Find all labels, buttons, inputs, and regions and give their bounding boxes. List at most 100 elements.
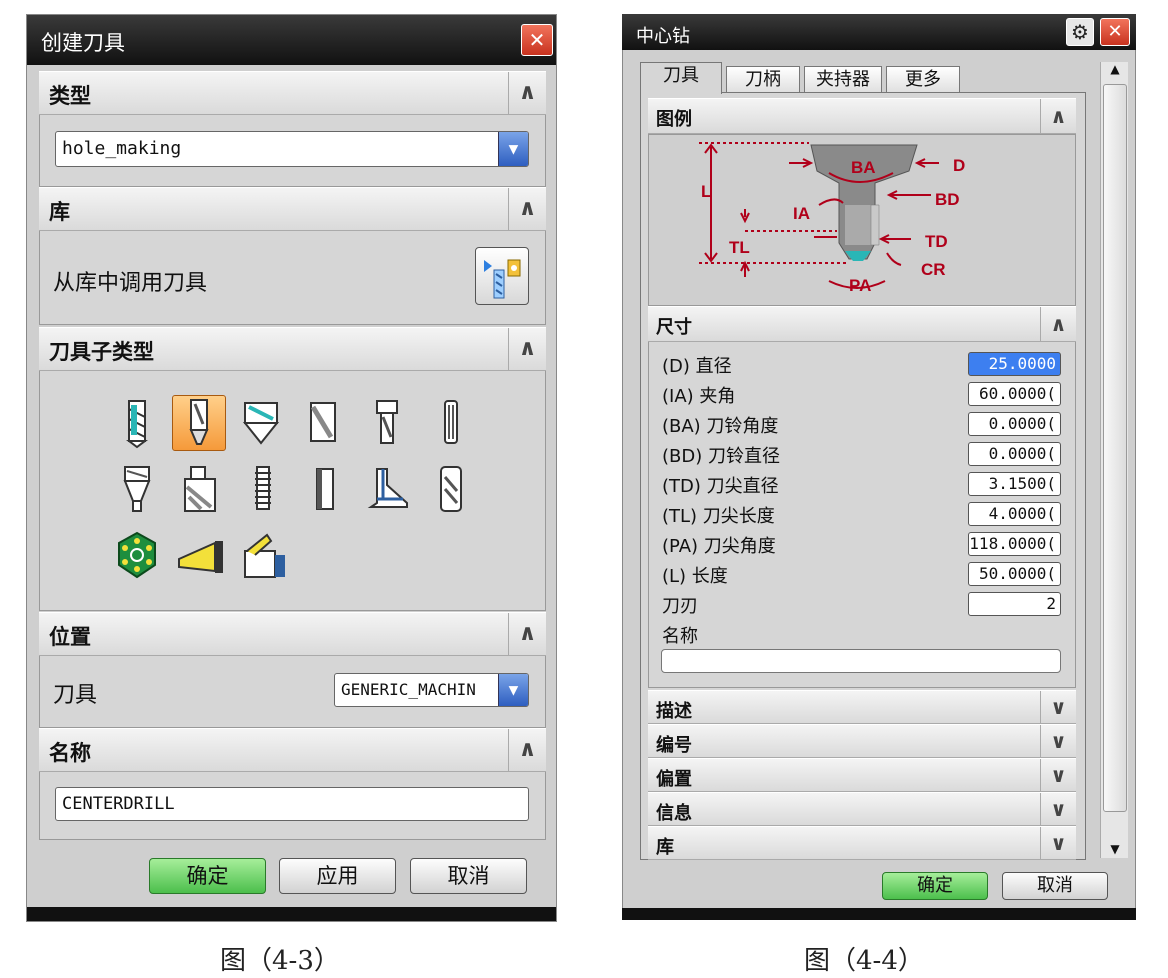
label-CR: CR	[921, 260, 946, 279]
scroll-down-icon[interactable]: ▼	[1101, 842, 1129, 856]
dim-label-pa: (PA) 刀尖角度	[662, 536, 776, 557]
tab-holder[interactable]: 夹持器	[804, 66, 882, 92]
right-dialog-title: 中心钻	[636, 26, 690, 47]
dim-input-ia[interactable]: 60.0000(	[968, 382, 1061, 406]
section-number[interactable]: 编号 ∨	[648, 724, 1076, 758]
scroll-thumb[interactable]	[1103, 84, 1127, 812]
name-section-label: 名称	[49, 741, 91, 765]
dim-input-bd[interactable]: 0.0000(	[968, 442, 1061, 466]
chevron-up-icon[interactable]: ∧	[508, 328, 546, 370]
dimensions-section-label: 尺寸	[656, 317, 692, 338]
dim-input-td[interactable]: 3.1500(	[968, 472, 1061, 496]
right-ok-button[interactable]: 确定	[882, 872, 988, 900]
gear-button[interactable]: ⚙	[1066, 18, 1094, 46]
library-section-label: 库	[49, 200, 70, 224]
ok-button[interactable]: 确定	[149, 858, 266, 894]
tab-more[interactable]: 更多	[886, 66, 960, 92]
dim-label-d: (D) 直径	[662, 356, 732, 377]
tool-location-label: 刀具	[53, 683, 98, 708]
right-cancel-button-label: 取消	[1037, 875, 1073, 896]
chevron-down-icon[interactable]: ∨	[1040, 827, 1076, 859]
legend-diagram: BA D BD L IA TL TD CR PA	[648, 134, 1076, 306]
dim-label-flutes: 刀刃	[662, 596, 698, 617]
tool-name-value: CENTERDRILL	[62, 794, 175, 814]
tap-icon[interactable]	[237, 463, 289, 515]
chevron-down-icon[interactable]: ∨	[1040, 759, 1076, 791]
section-library-label: 库	[656, 837, 674, 858]
mill-head-icon[interactable]	[111, 529, 163, 581]
chevron-down-icon[interactable]: ∨	[1040, 691, 1076, 723]
chevron-up-icon[interactable]: ∧	[508, 613, 546, 655]
dim-input-d[interactable]: 25.0000	[968, 352, 1061, 376]
section-info-label: 信息	[656, 803, 692, 824]
section-offset[interactable]: 偏置 ∨	[648, 758, 1076, 792]
drill-icon[interactable]	[111, 397, 163, 449]
label-L: L	[701, 182, 711, 201]
section-info[interactable]: 信息 ∨	[648, 792, 1076, 826]
reamer-icon[interactable]	[361, 397, 413, 449]
create-tool-dialog: 创建刀具 ✕ 类型 ∧ hole_making ▼ 库 ∧ 从库中调用刀具 刀具…	[26, 14, 557, 922]
back-counterbore-icon[interactable]	[363, 463, 415, 515]
right-close-button[interactable]: ✕	[1100, 18, 1130, 46]
core-drill-icon[interactable]	[425, 463, 477, 515]
tab-more-label: 更多	[905, 69, 941, 90]
subtype-section-header[interactable]: 刀具子类型 ∧	[39, 327, 546, 371]
step-drill-icon[interactable]	[175, 463, 227, 515]
left-caption: 图（4-3）	[220, 946, 340, 976]
right-tool-name-input[interactable]	[661, 649, 1061, 673]
legend-section-header[interactable]: 图例 ∧	[648, 98, 1076, 134]
dim-input-pa[interactable]: 118.0000(	[968, 532, 1061, 556]
name-section-header[interactable]: 名称 ∧	[39, 728, 546, 772]
thread-mill-icon[interactable]	[299, 463, 351, 515]
dropdown-arrow-icon[interactable]: ▼	[498, 132, 528, 166]
label-TD: TD	[925, 232, 948, 251]
chevron-up-icon[interactable]: ∧	[508, 729, 546, 771]
tool-name-input[interactable]: CENTERDRILL	[55, 787, 529, 821]
position-section-header[interactable]: 位置 ∧	[39, 612, 546, 656]
label-BA: BA	[851, 158, 876, 177]
spot-drill-icon[interactable]	[235, 397, 287, 449]
dropdown-arrow-icon[interactable]: ▼	[498, 674, 528, 706]
library-load-button[interactable]	[475, 247, 529, 305]
chevron-up-icon[interactable]: ∧	[508, 72, 546, 114]
center-drill-icon[interactable]	[172, 395, 226, 451]
tool-name-label: 名称	[662, 626, 698, 647]
dim-input-l[interactable]: 50.0000(	[968, 562, 1061, 586]
dim-input-ba[interactable]: 0.0000(	[968, 412, 1061, 436]
dim-label-bd: (BD) 刀铃直径	[662, 446, 780, 467]
boring-bar-icon[interactable]	[425, 397, 477, 449]
legend-section-label: 图例	[656, 109, 692, 130]
type-dropdown-value: hole_making	[62, 138, 182, 159]
section-description[interactable]: 描述 ∨	[648, 690, 1076, 724]
type-dropdown[interactable]: hole_making ▼	[55, 131, 529, 167]
dimensions-section-header[interactable]: 尺寸 ∧	[648, 306, 1076, 342]
cancel-button[interactable]: 取消	[410, 858, 527, 894]
dim-input-flutes[interactable]: 2	[968, 592, 1061, 616]
vertical-scrollbar[interactable]: ▲ ▼	[1100, 62, 1128, 858]
title-bar: 创建刀具 ✕	[27, 15, 556, 65]
counterbore-icon[interactable]	[297, 397, 349, 449]
position-section-label: 位置	[49, 625, 91, 649]
type-section-header[interactable]: 类型 ∧	[39, 71, 546, 115]
scroll-up-icon[interactable]: ▲	[1101, 62, 1129, 76]
chevron-down-icon[interactable]: ∨	[1040, 725, 1076, 757]
dim-input-tl[interactable]: 4.0000(	[968, 502, 1061, 526]
close-button[interactable]: ✕	[521, 24, 553, 56]
type-section-label: 类型	[49, 84, 91, 108]
tool-location-dropdown[interactable]: GENERIC_MACHIN ▼	[334, 673, 529, 707]
chevron-up-icon[interactable]: ∧	[1040, 307, 1076, 341]
label-IA: IA	[793, 204, 810, 223]
label-BD: BD	[935, 190, 960, 209]
section-library[interactable]: 库 ∨	[648, 826, 1076, 860]
library-section-header[interactable]: 库 ∧	[39, 187, 546, 231]
tab-holder-shank[interactable]: 刀柄	[726, 66, 800, 92]
holder-icon[interactable]	[237, 529, 289, 581]
tab-tool[interactable]: 刀具	[640, 62, 722, 94]
countersink-icon[interactable]	[111, 463, 163, 515]
chamfer-tool-icon[interactable]	[175, 529, 227, 581]
chevron-up-icon[interactable]: ∧	[1040, 99, 1076, 133]
chevron-down-icon[interactable]: ∨	[1040, 793, 1076, 825]
chevron-up-icon[interactable]: ∧	[508, 188, 546, 230]
right-cancel-button[interactable]: 取消	[1002, 872, 1108, 900]
apply-button[interactable]: 应用	[279, 858, 396, 894]
